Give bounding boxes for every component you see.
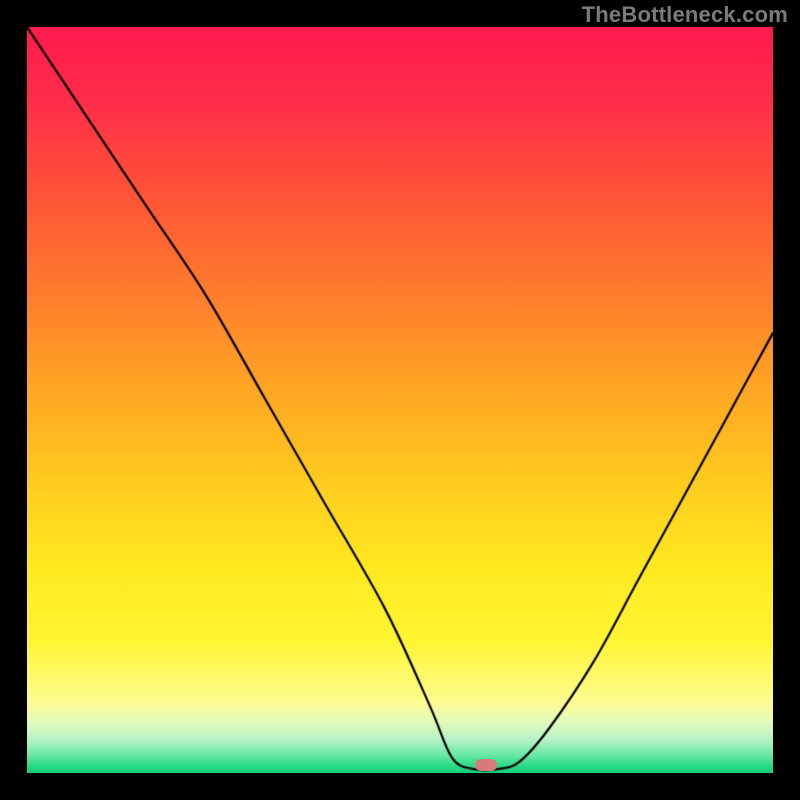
optimal-point-marker: [475, 759, 497, 771]
bottleneck-curve: [27, 27, 773, 773]
watermark-text: TheBottleneck.com: [582, 2, 788, 28]
plot-area: [27, 27, 773, 773]
chart-frame: TheBottleneck.com: [0, 0, 800, 800]
